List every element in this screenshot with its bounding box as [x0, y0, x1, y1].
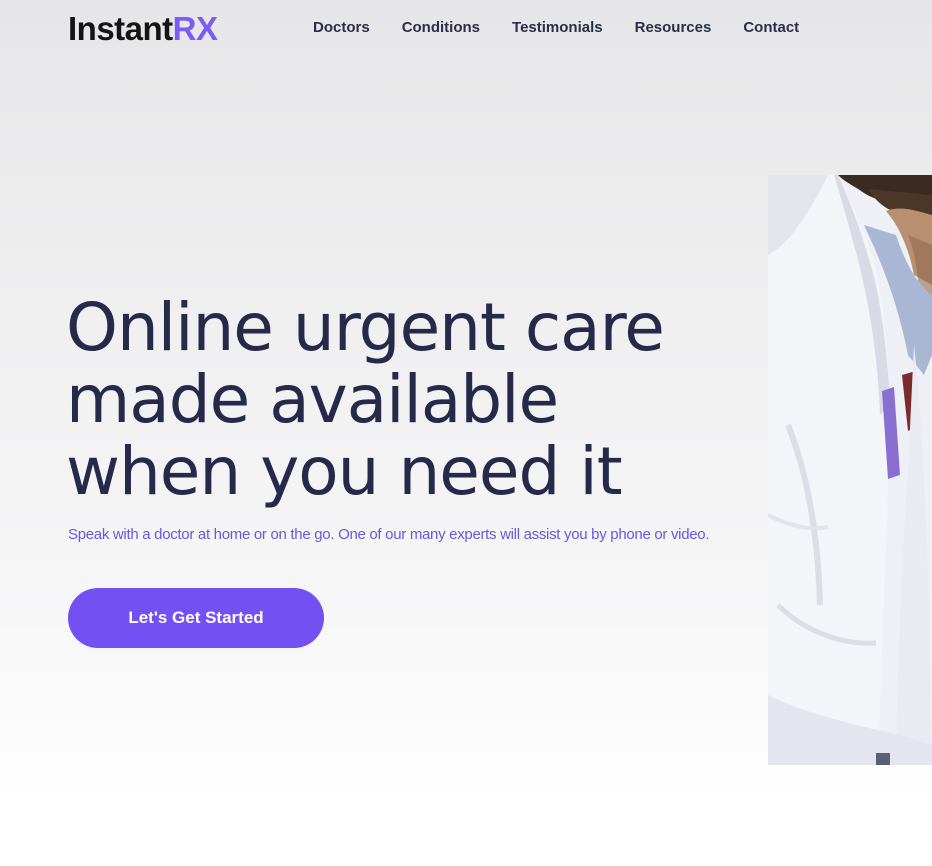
doctor-image: [768, 175, 932, 765]
brand-logo[interactable]: InstantRX: [68, 10, 218, 48]
get-started-button[interactable]: Let's Get Started: [68, 588, 324, 648]
hero-headline-line-3: when you need it: [66, 433, 623, 510]
hero-headline-line-1: Online urgent care: [66, 289, 665, 366]
hero-headline-line-2: made available: [66, 361, 559, 438]
nav-item-testimonials[interactable]: Testimonials: [512, 19, 603, 37]
main-nav: Doctors Conditions Testimonials Resource…: [313, 19, 799, 37]
hero-subtitle: Speak with a doctor at home or on the go…: [68, 526, 710, 543]
nav-item-resources[interactable]: Resources: [635, 19, 712, 37]
brand-logo-part2: RX: [172, 10, 218, 47]
nav-item-conditions[interactable]: Conditions: [402, 19, 480, 37]
hero-headline: Online urgent care made available when y…: [66, 292, 766, 508]
doctor-illustration: [768, 175, 932, 765]
nav-item-contact[interactable]: Contact: [743, 19, 799, 37]
brand-logo-part1: Instant: [68, 10, 173, 47]
nav-item-doctors[interactable]: Doctors: [313, 19, 370, 37]
